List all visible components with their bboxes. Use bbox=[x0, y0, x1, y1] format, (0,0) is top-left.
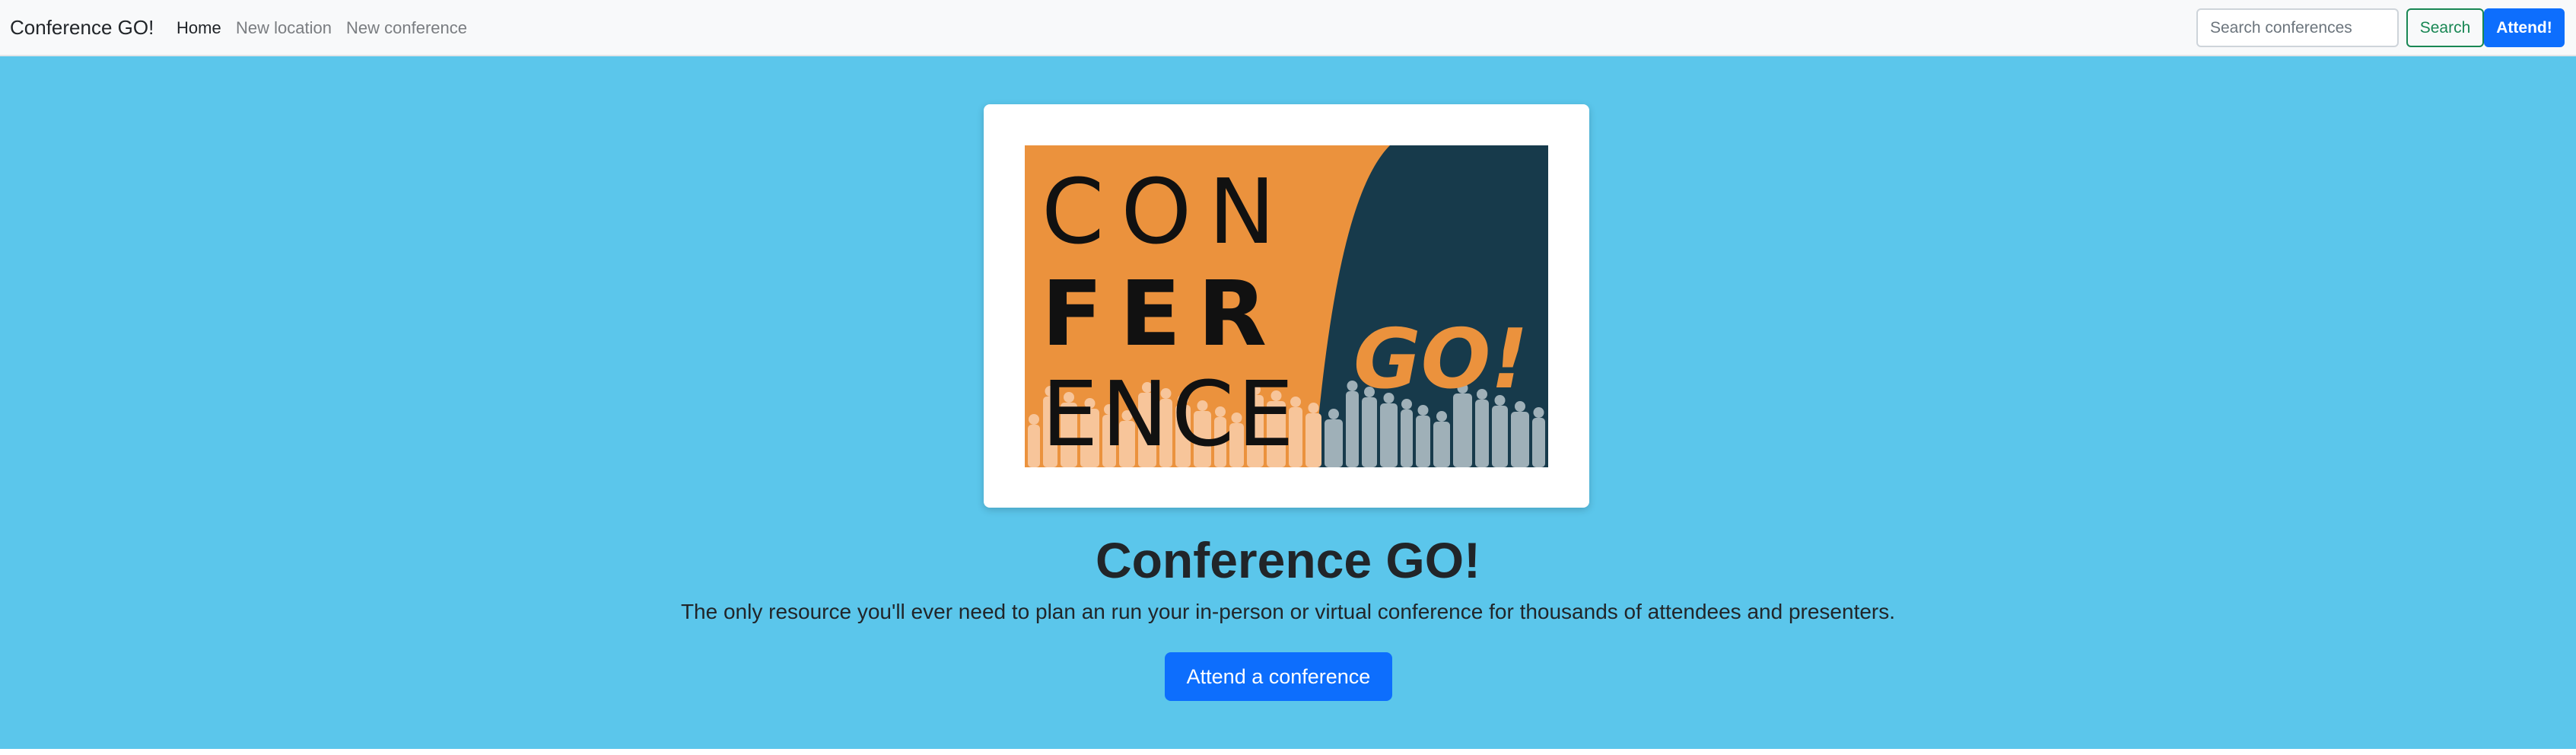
brand-link[interactable]: Conference GO! bbox=[10, 14, 154, 41]
conference-go-logo: CON FER ENCE GO! bbox=[1025, 145, 1548, 467]
crowd-person-body bbox=[1532, 418, 1545, 467]
top-navbar: Conference GO! Home New location New con… bbox=[0, 0, 2576, 56]
hero-title: Conference GO! bbox=[1095, 532, 1481, 588]
page-bottom-strip bbox=[0, 749, 2576, 755]
crowd-person-body bbox=[1325, 419, 1343, 467]
crowd-person-body bbox=[1475, 400, 1489, 467]
crowd-person-head bbox=[1328, 409, 1339, 419]
logo-text-line3: ENCE bbox=[1042, 362, 1297, 467]
crowd-person-head bbox=[1308, 403, 1319, 413]
crowd-person-body bbox=[1416, 416, 1430, 467]
attend-button[interactable]: Attend! bbox=[2484, 8, 2565, 47]
search-button[interactable]: Search bbox=[2406, 8, 2484, 47]
nav-link-new-location[interactable]: New location bbox=[236, 18, 332, 39]
search-input[interactable] bbox=[2196, 8, 2399, 47]
crowd-person-head bbox=[1436, 411, 1447, 422]
hero-lead-text: The only resource you'll ever need to pl… bbox=[680, 600, 1896, 623]
crowd-person-head bbox=[1029, 414, 1039, 425]
nav-link-new-conference[interactable]: New conference bbox=[346, 18, 467, 39]
logo-text-line1: CON bbox=[1042, 159, 1293, 264]
crowd-person-body bbox=[1380, 403, 1398, 467]
crowd-person-body bbox=[1401, 409, 1413, 467]
attend-conference-button[interactable]: Attend a conference bbox=[1165, 652, 1392, 701]
logo-text-line2: FER bbox=[1042, 261, 1283, 366]
crowd-person-body bbox=[1362, 397, 1377, 467]
crowd-person-body bbox=[1511, 412, 1529, 467]
crowd-person-body bbox=[1492, 406, 1508, 467]
crowd-person-head bbox=[1533, 407, 1544, 418]
crowd-person-body bbox=[1028, 425, 1040, 467]
crowd-person-body bbox=[1433, 422, 1450, 467]
logo-go-text: GO! bbox=[1353, 312, 1528, 407]
crowd-person-body bbox=[1305, 413, 1321, 467]
nav-link-home[interactable]: Home bbox=[177, 18, 221, 39]
